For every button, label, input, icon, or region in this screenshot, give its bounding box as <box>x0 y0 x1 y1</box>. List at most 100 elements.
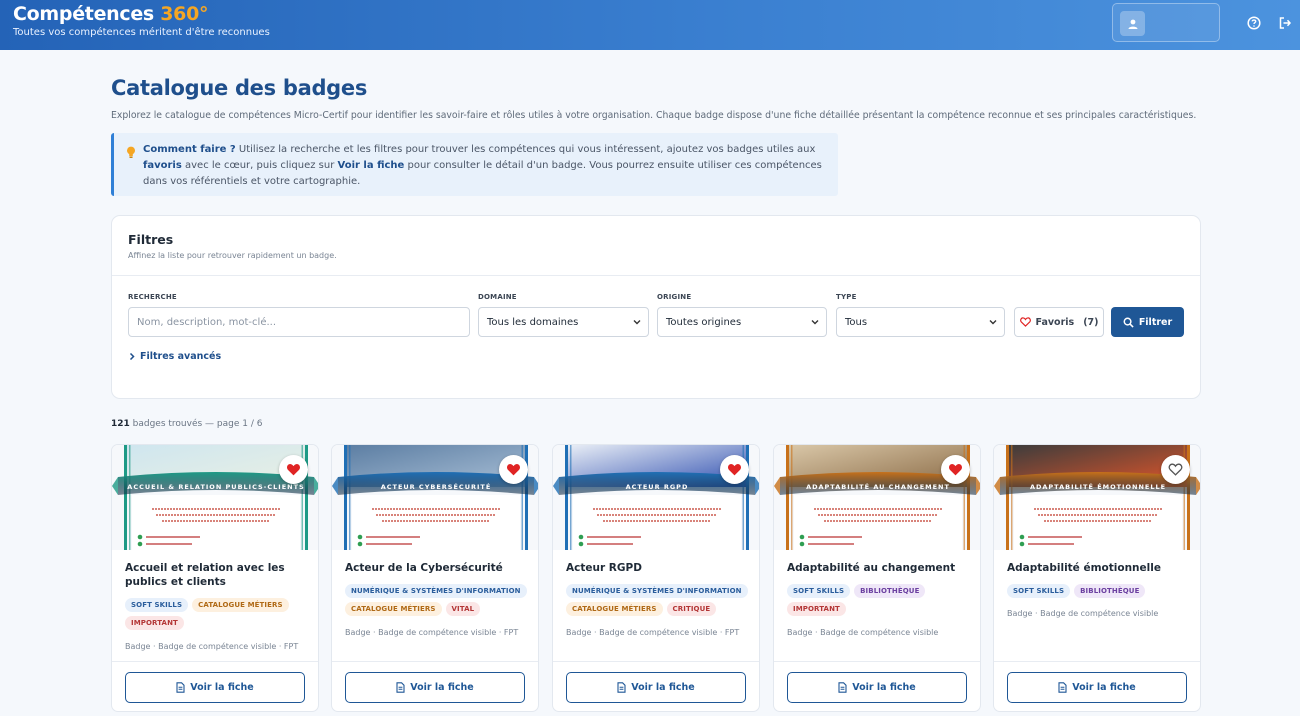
view-sheet-mention: Voir la fiche <box>337 160 405 171</box>
badge-card: ADAPTABILITÉ ÉMOTIONNELLE Adaptabilité ém… <box>993 444 1201 712</box>
domain-value: Tous les domaines <box>487 316 579 328</box>
tag-badge: NUMÉRIQUE & SYSTÈMES D'INFORMATION <box>566 584 748 598</box>
badge-title: Adaptabilité au changement <box>787 562 956 574</box>
favorites-filter-button[interactable]: Favoris (7) <box>1014 307 1104 337</box>
badge-tags: SOFT SKILLS BIBLIOTHÈQUE <box>1007 584 1192 598</box>
badge-title: Acteur RGPD <box>566 562 642 574</box>
tag-badge: BIBLIOTHÈQUE <box>854 584 926 598</box>
badge-ribbon-text: ACTEUR RGPD <box>626 483 689 491</box>
tag-badge: SOFT SKILLS <box>125 598 189 612</box>
view-sheet-button[interactable]: Voir la fiche <box>566 672 746 703</box>
type-label: TYPE <box>836 293 857 301</box>
domain-label: DOMAINE <box>478 293 517 301</box>
app-logo[interactable]: Compétences 360° <box>13 3 209 25</box>
badge-tags: SOFT SKILLS BIBLIOTHÈQUE IMPORTANT <box>787 584 972 616</box>
divider <box>332 661 538 662</box>
badge-title: Accueil et relation avec les publics et … <box>125 562 285 588</box>
tag-badge: BIBLIOTHÈQUE <box>1074 584 1146 598</box>
app-tagline: Toutes vos compétences méritent d'être r… <box>13 27 270 38</box>
badge-card: ACTEUR CYBERSÉCURITÉ Acteur de la Cybersé… <box>331 444 539 712</box>
domain-select[interactable]: Tous les domaines <box>478 307 649 337</box>
divider <box>774 661 980 662</box>
howto-part: Utilisez la recherche et les filtres pou… <box>235 144 816 155</box>
search-icon <box>1123 317 1134 328</box>
favorites-link: favoris <box>143 160 182 171</box>
view-sheet-button[interactable]: Voir la fiche <box>125 672 305 703</box>
tag-badge: CATALOGUE MÉTIERS <box>566 602 663 616</box>
badge-ribbon-text: ADAPTABILITÉ ÉMOTIONNELLE <box>1030 482 1166 491</box>
advanced-filters-label: Filtres avancés <box>140 351 222 362</box>
help-icon[interactable] <box>1245 14 1263 32</box>
tag-badge: CATALOGUE MÉTIERS <box>345 602 442 616</box>
tag-badge: SOFT SKILLS <box>1007 584 1071 598</box>
badge-meta: Badge · Badge de compétence visible · FP… <box>125 642 299 651</box>
filter-button-label: Filtrer <box>1138 316 1173 328</box>
badge-tags: NUMÉRIQUE & SYSTÈMES D'INFORMATION CATALO… <box>345 584 530 616</box>
badge-meta: Badge · Badge de compétence visible · FP… <box>345 628 519 637</box>
chevron-down-icon <box>633 320 641 325</box>
badge-meta: Badge · Badge de compétence visible <box>1007 609 1159 618</box>
document-icon <box>396 682 405 693</box>
type-select[interactable]: Tous <box>836 307 1005 337</box>
document-icon <box>617 682 626 693</box>
howto-text: Comment faire ? Utilisez la recherche et… <box>143 142 833 190</box>
results-number: 121 <box>111 419 130 429</box>
origin-label: ORIGINE <box>657 293 692 301</box>
heart-filled-icon[interactable] <box>279 455 308 484</box>
badge-meta: Badge · Badge de compétence visible <box>787 628 939 637</box>
tag-badge: CRITIQUE <box>666 602 717 616</box>
type-value: Tous <box>845 316 868 328</box>
badge-ribbon-text: ADAPTABILITÉ AU CHANGEMENT <box>806 482 950 491</box>
heart-outline-icon <box>1019 317 1031 327</box>
filters-title: Filtres <box>128 232 174 247</box>
favorites-button-label: Favoris <box>1035 316 1075 328</box>
view-sheet-button[interactable]: Voir la fiche <box>1007 672 1187 703</box>
search-label: RECHERCHE <box>128 293 177 301</box>
divider <box>994 661 1200 662</box>
badge-title: Adaptabilité émotionnelle <box>1007 562 1161 574</box>
advanced-filters-toggle[interactable]: Filtres avancés <box>128 351 221 362</box>
badge-card: ACTEUR RGPD Acteur RGPD NUMÉRIQUE & SYSTÈM… <box>552 444 760 712</box>
badge-card: ADAPTABILITÉ AU CHANGEMENT Adaptabilité a… <box>773 444 981 712</box>
howto-lead: Comment faire ? <box>143 144 236 155</box>
search-input[interactable]: Nom, description, mot-clé... <box>128 307 470 337</box>
document-icon <box>838 682 847 693</box>
heart-outline-icon[interactable] <box>1161 455 1190 484</box>
user-menu[interactable] <box>1112 3 1220 42</box>
chevron-down-icon <box>811 320 819 325</box>
results-count: 121 badges trouvés — page 1 / 6 <box>111 419 262 429</box>
view-sheet-button[interactable]: Voir la fiche <box>787 672 967 703</box>
heart-filled-icon[interactable] <box>941 455 970 484</box>
heart-filled-icon[interactable] <box>720 455 749 484</box>
divider <box>112 275 1200 276</box>
badge-meta: Badge · Badge de compétence visible · FP… <box>566 628 740 637</box>
filters-panel: Filtres Affinez la liste pour retrouver … <box>111 215 1201 399</box>
logout-icon[interactable] <box>1276 14 1294 32</box>
view-sheet-button[interactable]: Voir la fiche <box>345 672 525 703</box>
tag-badge: IMPORTANT <box>787 602 846 616</box>
divider <box>553 661 759 662</box>
howto-part: avec le cœur, puis cliquez sur <box>181 160 338 171</box>
view-sheet-label: Voir la fiche <box>190 682 254 693</box>
search-placeholder: Nom, description, mot-clé... <box>137 316 277 328</box>
document-icon <box>1058 682 1067 693</box>
tag-badge: IMPORTANT <box>125 616 184 630</box>
tag-badge: NUMÉRIQUE & SYSTÈMES D'INFORMATION <box>345 584 527 598</box>
favorites-count: (7) <box>1083 316 1099 328</box>
origin-value: Toutes origines <box>666 316 742 328</box>
brand-name: Compétences <box>13 3 154 25</box>
heart-filled-icon[interactable] <box>499 455 528 484</box>
filter-button[interactable]: Filtrer <box>1111 307 1184 337</box>
chevron-right-icon <box>129 352 135 361</box>
badge-card: ACCUEIL & RELATION PUBLICS-CLIENTS Accuei… <box>111 444 319 712</box>
divider <box>112 661 318 662</box>
filters-subtitle: Affinez la liste pour retrouver rapideme… <box>128 251 337 260</box>
view-sheet-label: Voir la fiche <box>410 682 474 693</box>
badge-tags: NUMÉRIQUE & SYSTÈMES D'INFORMATION CATALO… <box>566 584 751 616</box>
tag-badge: VITAL <box>445 602 481 616</box>
document-icon <box>176 682 185 693</box>
howto-callout: Comment faire ? Utilisez la recherche et… <box>111 133 838 196</box>
origin-select[interactable]: Toutes origines <box>657 307 827 337</box>
brand-accent: 360° <box>160 3 209 25</box>
top-header: Compétences 360° Toutes vos compétences … <box>0 0 1300 50</box>
